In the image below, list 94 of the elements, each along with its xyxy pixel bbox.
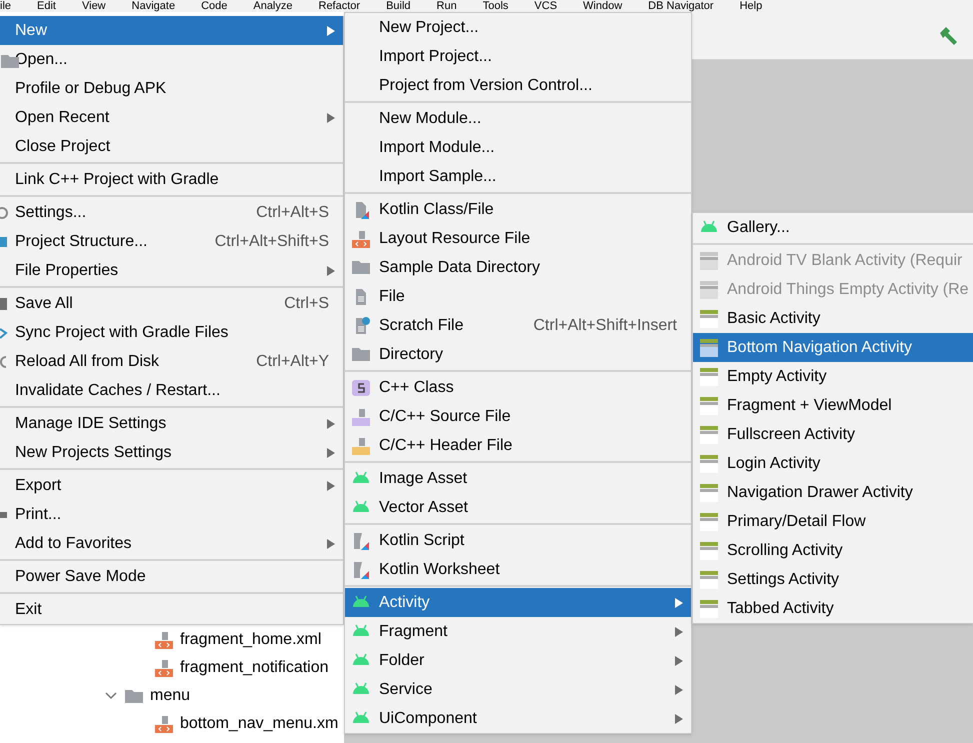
android-icon [699,219,719,233]
menu-bar-item[interactable]: Edit [37,0,56,12]
cpp-class-icon [351,379,371,397]
menu-bar-item[interactable]: ile [0,0,12,12]
action-item[interactable]: C++ Class [345,373,691,402]
action-item[interactable]: Bottom Navigation Activity [693,333,973,362]
layout-file-icon [154,631,174,649]
android-icon [351,710,371,724]
menu-bar-item[interactable]: DB Navigator [648,0,714,12]
menu-bar-item[interactable]: View [82,0,106,12]
action-item[interactable]: Project from Version Control... [345,71,691,100]
action-item[interactable]: Open Recent [0,103,343,132]
action-item[interactable]: Empty Activity [693,362,973,391]
action-item[interactable]: Link C++ Project with Gradle [0,165,343,194]
action-item[interactable]: Fragment [345,617,691,646]
action-item[interactable]: Import Sample... [345,162,691,191]
tree-item[interactable]: fragment_home.xml [180,628,322,652]
action-item[interactable]: Sample Data Directory [345,253,691,282]
tree-item[interactable]: bottom_nav_menu.xm [180,712,338,736]
android-icon [351,470,371,484]
folder-icon [351,346,371,362]
action-item[interactable]: Power Save Mode [0,562,343,591]
action-item[interactable]: Image Asset [345,464,691,493]
action-item[interactable]: C/C++ Source File [345,402,691,431]
action-item[interactable]: Settings... Ctrl+Alt+S [0,198,343,227]
menu-bar-item[interactable]: Window [583,0,622,12]
action-item[interactable]: Project Structure... Ctrl+Alt+Shift+S [0,227,343,256]
action-item[interactable]: Folder [345,646,691,675]
action-item[interactable]: Settings Activity [693,565,973,594]
action-item[interactable]: Manage IDE Settings [0,409,343,438]
action-item[interactable]: Export [0,471,343,500]
layout-file-icon [351,230,371,248]
action-item[interactable]: Invalidate Caches / Restart... [0,376,343,405]
menu-bar-item[interactable]: Refactor [318,0,360,12]
menu-bar-item[interactable]: VCS [534,0,558,12]
android-icon [351,499,371,513]
folder-icon [351,259,371,275]
action-item[interactable]: Scrolling Activity [693,536,973,565]
action-item[interactable]: Primary/Detail Flow [693,507,973,536]
action-item[interactable]: Save All Ctrl+S [0,289,343,318]
action-item[interactable]: File Properties [0,256,343,285]
action-item[interactable]: Kotlin Class/File [345,195,691,224]
action-item[interactable]: Import Project... [345,42,691,71]
menu-bar-item[interactable]: Help [740,0,762,12]
action-item[interactable]: Close Project [0,132,343,161]
action-item[interactable]: Kotlin Worksheet [345,555,691,584]
menu-bar-item[interactable]: Build [386,0,411,12]
action-item[interactable]: Activity [345,588,691,617]
action-item[interactable]: New Projects Settings [0,438,343,467]
action-item[interactable]: Tabbed Activity [693,594,973,623]
action-item[interactable]: Reload All from Disk Ctrl+Alt+Y [0,347,343,376]
action-item[interactable]: C/C++ Header File [345,431,691,460]
action-item[interactable]: UiComponent [345,704,691,733]
menu-bar-item[interactable]: Tools [482,0,508,12]
action-item[interactable]: New Project... [345,13,691,42]
header-file-icon [351,437,371,455]
action-item[interactable]: Gallery... [693,213,973,242]
action-item[interactable]: File [345,282,691,311]
action-item[interactable]: Kotlin Script [345,526,691,555]
action-item[interactable]: New Module... [345,104,691,133]
tree-item[interactable]: menu [150,684,190,708]
android-icon [351,652,371,666]
action-item[interactable]: Fullscreen Activity [693,420,973,449]
action-item[interactable]: Service [345,675,691,704]
action-item[interactable]: Scratch File Ctrl+Alt+Shift+Insert [345,311,691,340]
folder-icon [124,688,144,704]
action-item[interactable]: Navigation Drawer Activity [693,478,973,507]
action-item[interactable]: Vector Asset [345,493,691,522]
android-icon [351,594,371,608]
android-icon [351,623,371,637]
tree-item[interactable]: fragment_notification [180,656,329,680]
action-item[interactable]: Layout Resource File [345,224,691,253]
kotlin-script-icon [351,561,371,579]
action-item[interactable]: Print... [0,500,343,529]
action-item[interactable]: Add to Favorites [0,529,343,558]
menu-bar-item[interactable]: Navigate [132,0,176,12]
action-item[interactable]: New [0,16,343,45]
action-item[interactable]: Directory [345,340,691,369]
kotlin-script-icon [351,532,371,550]
cpp-file-icon [351,408,371,426]
action-item[interactable]: Fragment + ViewModel [693,391,973,420]
action-item[interactable]: Sync Project with Gradle Files [0,318,343,347]
android-icon [351,681,371,695]
action-item[interactable]: Login Activity [693,449,973,478]
layout-file-icon [154,659,174,677]
action-item[interactable]: Profile or Debug APK [0,74,343,103]
menu-bar-item[interactable]: Analyze [253,0,292,12]
action-item[interactable]: Exit [0,595,343,624]
menu-bar-item[interactable]: Run [436,0,457,12]
layout-file-icon [154,715,174,733]
menu-bar-item[interactable]: Code [201,0,228,12]
action-item[interactable]: Import Module... [345,133,691,162]
action-item[interactable]: Basic Activity [693,304,973,333]
hammer-icon[interactable] [937,24,959,46]
